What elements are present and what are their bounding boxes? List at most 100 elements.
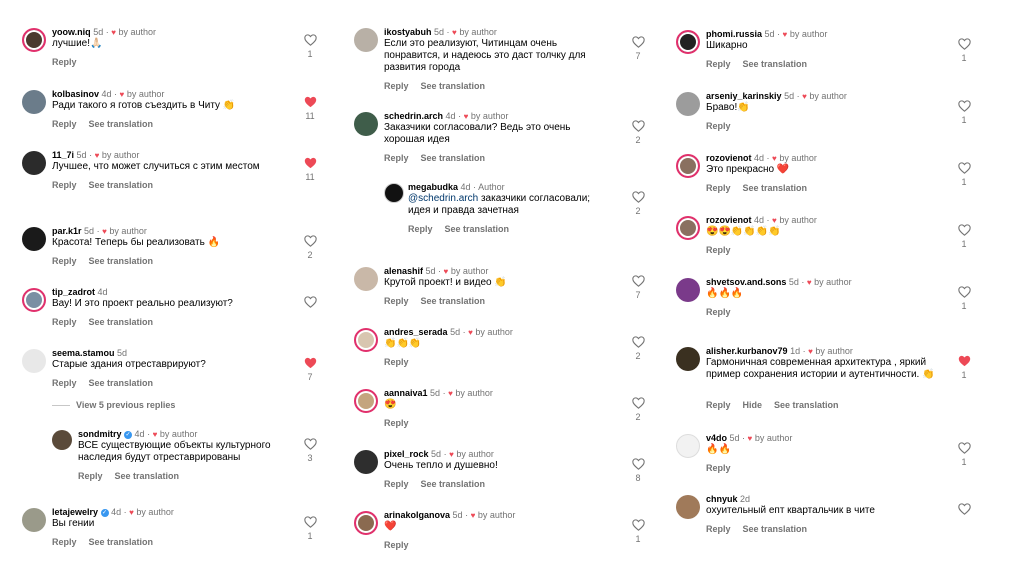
username[interactable]: v4do bbox=[706, 433, 727, 443]
reply-button[interactable]: Reply bbox=[706, 400, 731, 410]
mention-link[interactable]: @schedrin.arch bbox=[408, 193, 478, 204]
username[interactable]: rozovienot bbox=[706, 215, 752, 225]
like-button[interactable]: 7 bbox=[302, 357, 318, 383]
like-button[interactable] bbox=[956, 503, 972, 515]
avatar[interactable] bbox=[354, 328, 378, 352]
see-translation-button[interactable]: See translation bbox=[89, 317, 154, 327]
reply-button[interactable]: Reply bbox=[384, 357, 409, 367]
username[interactable]: schedrin.arch bbox=[384, 111, 443, 121]
avatar[interactable] bbox=[22, 288, 46, 312]
username[interactable]: megabudka bbox=[408, 182, 458, 192]
like-button[interactable]: 2 bbox=[630, 397, 646, 423]
reply-button[interactable]: Reply bbox=[384, 418, 409, 428]
see-translation-button[interactable]: See translation bbox=[743, 183, 808, 193]
username[interactable]: par.k1r bbox=[52, 226, 82, 236]
see-translation-button[interactable]: See translation bbox=[421, 81, 486, 91]
username[interactable]: 11_7i bbox=[52, 150, 74, 160]
like-button[interactable]: 1 bbox=[956, 442, 972, 468]
username[interactable]: ikostyabuh bbox=[384, 27, 432, 37]
reply-button[interactable]: Reply bbox=[52, 256, 77, 266]
see-translation-button[interactable]: See translation bbox=[445, 224, 510, 234]
username[interactable]: alisher.kurbanov79 bbox=[706, 346, 788, 356]
avatar[interactable] bbox=[676, 495, 700, 519]
username[interactable]: yoow.niq bbox=[52, 27, 91, 37]
username[interactable]: seema.stamou bbox=[52, 348, 115, 358]
like-button[interactable]: 2 bbox=[302, 235, 318, 261]
reply-button[interactable]: Reply bbox=[384, 540, 409, 550]
view-previous-replies-button[interactable]: View 5 previous replies bbox=[52, 400, 175, 410]
username[interactable]: letajewelry bbox=[52, 507, 98, 517]
username[interactable]: aannaiva1 bbox=[384, 388, 428, 398]
username[interactable]: phomi.russia bbox=[706, 29, 762, 39]
avatar[interactable] bbox=[676, 154, 700, 178]
like-button[interactable]: 1 bbox=[302, 34, 318, 60]
username[interactable]: tip_zadrot bbox=[52, 287, 95, 297]
like-button[interactable]: 1 bbox=[956, 162, 972, 188]
reply-button[interactable]: Reply bbox=[706, 59, 731, 69]
reply-button[interactable]: Reply bbox=[408, 224, 433, 234]
avatar[interactable] bbox=[354, 450, 378, 474]
reply-button[interactable]: Reply bbox=[706, 463, 731, 473]
reply-button[interactable]: Reply bbox=[706, 524, 731, 534]
avatar[interactable] bbox=[676, 30, 700, 54]
like-button[interactable]: 1 bbox=[302, 516, 318, 542]
reply-button[interactable]: Reply bbox=[52, 537, 77, 547]
like-button[interactable]: 1 bbox=[956, 224, 972, 250]
username[interactable]: alenashif bbox=[384, 266, 423, 276]
like-button[interactable]: 7 bbox=[630, 275, 646, 301]
see-translation-button[interactable]: See translation bbox=[743, 524, 808, 534]
username[interactable]: shvetsov.and.sons bbox=[706, 277, 786, 287]
username[interactable]: andres_serada bbox=[384, 327, 448, 337]
see-translation-button[interactable]: See translation bbox=[115, 471, 180, 481]
reply-button[interactable]: Reply bbox=[384, 296, 409, 306]
avatar[interactable] bbox=[22, 349, 46, 373]
like-button[interactable]: 7 bbox=[630, 36, 646, 62]
reply-button[interactable]: Reply bbox=[706, 121, 731, 131]
reply-button[interactable]: Reply bbox=[78, 471, 103, 481]
see-translation-button[interactable]: See translation bbox=[743, 59, 808, 69]
reply-button[interactable]: Reply bbox=[384, 479, 409, 489]
reply-button[interactable]: Reply bbox=[706, 307, 731, 317]
username[interactable]: pixel_rock bbox=[384, 449, 429, 459]
username[interactable]: sondmitry bbox=[78, 429, 122, 439]
like-button[interactable]: 1 bbox=[956, 100, 972, 126]
like-button[interactable] bbox=[302, 296, 318, 308]
username[interactable]: kolbasinov bbox=[52, 89, 99, 99]
see-translation-button[interactable]: See translation bbox=[89, 537, 154, 547]
avatar[interactable] bbox=[354, 389, 378, 413]
like-button[interactable]: 1 bbox=[956, 286, 972, 312]
avatar[interactable] bbox=[22, 508, 46, 532]
reply-button[interactable]: Reply bbox=[52, 180, 77, 190]
reply-button[interactable]: Reply bbox=[52, 57, 77, 67]
like-button[interactable]: 2 bbox=[630, 120, 646, 146]
like-button[interactable]: 2 bbox=[630, 191, 646, 217]
like-button[interactable]: 3 bbox=[302, 438, 318, 464]
username[interactable]: chnyuk bbox=[706, 494, 738, 504]
hide-button[interactable]: Hide bbox=[743, 400, 763, 410]
see-translation-button[interactable]: See translation bbox=[421, 296, 486, 306]
avatar[interactable] bbox=[22, 151, 46, 175]
see-translation-button[interactable]: See translation bbox=[89, 378, 154, 388]
see-translation-button[interactable]: See translation bbox=[774, 400, 839, 410]
like-button[interactable]: 1 bbox=[630, 519, 646, 545]
avatar[interactable] bbox=[22, 90, 46, 114]
like-button[interactable]: 1 bbox=[956, 38, 972, 64]
reply-button[interactable]: Reply bbox=[706, 245, 731, 255]
avatar[interactable] bbox=[354, 267, 378, 291]
reply-button[interactable]: Reply bbox=[52, 119, 77, 129]
avatar[interactable] bbox=[676, 434, 700, 458]
avatar[interactable] bbox=[354, 112, 378, 136]
username[interactable]: arseniy_karinskiy bbox=[706, 91, 782, 101]
avatar[interactable] bbox=[22, 28, 46, 52]
see-translation-button[interactable]: See translation bbox=[89, 119, 154, 129]
reply-button[interactable]: Reply bbox=[52, 378, 77, 388]
avatar[interactable] bbox=[22, 227, 46, 251]
reply-button[interactable]: Reply bbox=[706, 183, 731, 193]
like-button[interactable]: 11 bbox=[302, 96, 318, 122]
like-button[interactable]: 11 bbox=[302, 157, 318, 183]
like-button[interactable]: 2 bbox=[630, 336, 646, 362]
avatar[interactable] bbox=[354, 511, 378, 535]
avatar[interactable] bbox=[676, 92, 700, 116]
see-translation-button[interactable]: See translation bbox=[421, 153, 486, 163]
reply-button[interactable]: Reply bbox=[384, 81, 409, 91]
